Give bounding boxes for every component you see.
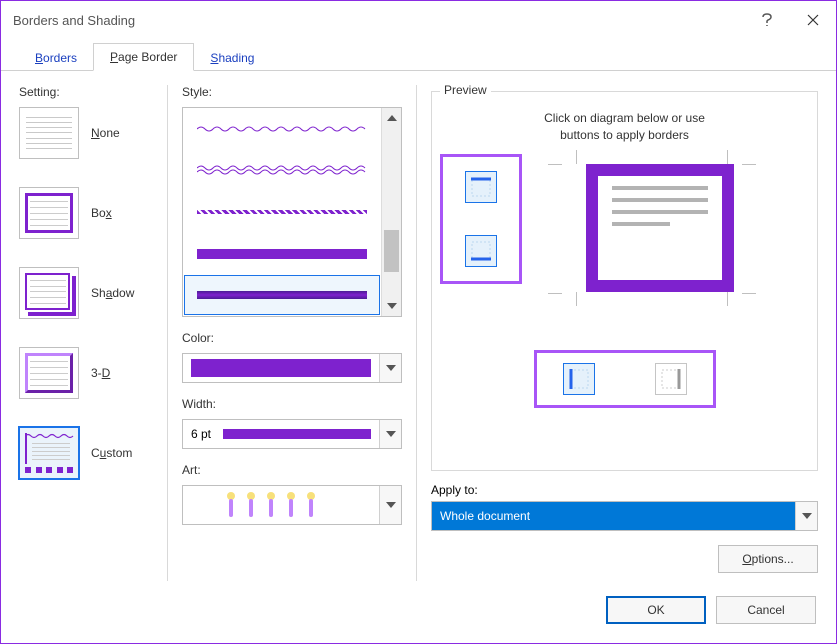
setting-box[interactable]: Box <box>19 187 167 239</box>
preview-group: Preview Click on diagram below or usebut… <box>431 91 818 471</box>
setting-group-label: Setting: <box>19 85 167 99</box>
dialog-window: Borders and Shading Borders Page Border … <box>0 0 837 644</box>
setting-box-icon <box>19 187 79 239</box>
style-listbox[interactable] <box>182 107 402 317</box>
cancel-button[interactable]: Cancel <box>716 596 816 624</box>
style-item[interactable] <box>184 109 380 149</box>
wave-icon <box>25 433 75 439</box>
chevron-down-icon[interactable] <box>379 486 401 524</box>
color-combo[interactable] <box>182 353 402 383</box>
style-column: Style: Color: Wi <box>167 85 417 581</box>
border-bottom-button[interactable] <box>465 235 497 267</box>
chevron-down-icon[interactable] <box>379 354 401 382</box>
preview-diagram[interactable] <box>586 164 734 292</box>
apply-to-combo[interactable]: Whole document <box>431 501 818 531</box>
style-item[interactable] <box>184 151 380 191</box>
setting-shadow-label: Shadow <box>91 286 134 300</box>
border-top-button[interactable] <box>465 171 497 203</box>
width-value: 6 pt <box>191 427 211 441</box>
setting-custom-label: Custom <box>91 446 132 460</box>
setting-3d-icon <box>19 347 79 399</box>
left-edge-buttons-highlight <box>440 154 522 284</box>
preview-instructions: Click on diagram below or usebuttons to … <box>432 100 817 148</box>
style-label: Style: <box>182 85 402 99</box>
setting-shadow[interactable]: Shadow <box>19 267 167 319</box>
setting-box-label: Box <box>91 206 112 220</box>
setting-3d[interactable]: 3-D <box>19 347 167 399</box>
bottom-edge-buttons-highlight <box>534 350 716 408</box>
window-title: Borders and Shading <box>13 13 744 28</box>
style-item[interactable] <box>184 234 380 274</box>
scroll-up-button[interactable] <box>382 108 401 128</box>
width-preview <box>223 429 371 439</box>
setting-shadow-icon <box>19 267 79 319</box>
art-glyph-icon <box>221 490 341 520</box>
width-combo[interactable]: 6 pt <box>182 419 402 449</box>
color-label: Color: <box>182 331 402 345</box>
setting-3d-label: 3-D <box>91 366 110 380</box>
close-button[interactable] <box>790 1 836 39</box>
style-items <box>183 108 381 316</box>
tab-borders[interactable]: Borders <box>19 45 93 71</box>
color-swatch <box>191 359 371 377</box>
border-right-button[interactable] <box>655 363 687 395</box>
scroll-down-button[interactable] <box>382 296 401 316</box>
style-item-selected[interactable] <box>184 275 380 315</box>
chevron-down-icon[interactable] <box>795 502 817 530</box>
preview-label: Preview <box>440 83 491 97</box>
scroll-thumb[interactable] <box>384 230 399 272</box>
tab-page-border[interactable]: Page Border <box>93 43 194 71</box>
help-button[interactable] <box>744 1 790 39</box>
title-bar: Borders and Shading <box>1 1 836 39</box>
setting-column: Setting: None Box Shadow <box>19 85 167 581</box>
style-scrollbar[interactable] <box>381 108 401 316</box>
setting-none-label: None <box>91 126 120 140</box>
setting-none-icon <box>19 107 79 159</box>
setting-custom-icon <box>19 427 79 479</box>
apply-to-label: Apply to: <box>431 483 818 497</box>
scroll-track[interactable] <box>382 128 401 296</box>
setting-custom[interactable]: Custom <box>19 427 167 479</box>
style-item[interactable] <box>184 192 380 232</box>
dialog-body: Setting: None Box Shadow <box>1 71 836 589</box>
ok-button[interactable]: OK <box>606 596 706 624</box>
art-combo[interactable] <box>182 485 402 525</box>
art-label: Art: <box>182 463 402 477</box>
setting-none[interactable]: None <box>19 107 167 159</box>
width-label: Width: <box>182 397 402 411</box>
border-left-button[interactable] <box>563 363 595 395</box>
tab-bar: Borders Page Border Shading <box>1 39 836 71</box>
options-button[interactable]: Options... <box>718 545 818 573</box>
apply-to-value: Whole document <box>432 509 795 523</box>
chevron-down-icon[interactable] <box>379 420 401 448</box>
tab-shading[interactable]: Shading <box>194 45 270 71</box>
dialog-footer: OK Cancel <box>1 589 836 643</box>
preview-column: Preview Click on diagram below or usebut… <box>417 85 818 581</box>
